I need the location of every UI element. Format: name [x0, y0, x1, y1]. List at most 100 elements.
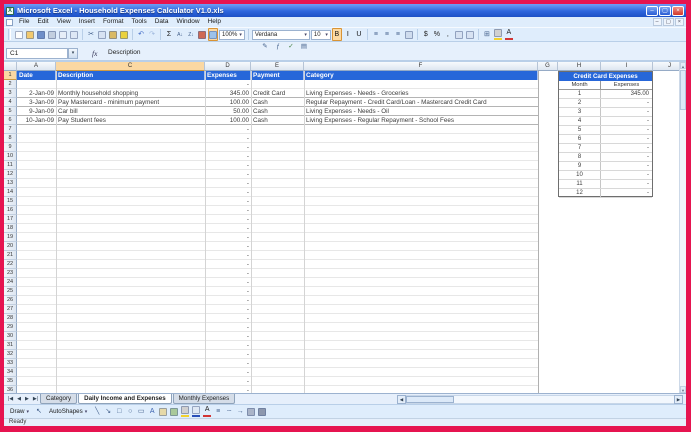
row-header-35[interactable]: 35	[4, 377, 17, 386]
cc-expense-cell-6[interactable]: -	[601, 135, 652, 143]
oval-icon[interactable]: ○	[125, 405, 135, 418]
sheet-nav-last-sheet-icon[interactable]: ▶|	[31, 394, 40, 402]
cc-month-cell-1[interactable]: 1	[559, 90, 601, 98]
cc-month-cell-12[interactable]: 12	[559, 189, 601, 197]
name-box-dropdown-icon[interactable]: ▾	[68, 48, 78, 59]
italic-button[interactable]: I	[343, 28, 353, 41]
restore-button[interactable]: ▢	[659, 5, 671, 16]
cc-month-cell-5[interactable]: 5	[559, 126, 601, 134]
autoshapes-menu-button[interactable]: AutoShapes ▾	[46, 408, 90, 415]
cc-expense-cell-7[interactable]: -	[601, 144, 652, 152]
row-header-10[interactable]: 10	[4, 152, 17, 161]
sheet-nav-next-sheet-icon[interactable]: ▶	[23, 394, 31, 402]
cc-expense-cell-5[interactable]: -	[601, 126, 652, 134]
column-header-C[interactable]: C	[56, 62, 205, 71]
cut-icon[interactable]: ✂	[86, 28, 96, 41]
row-header-16[interactable]: 16	[4, 206, 17, 215]
line-icon[interactable]: ╲	[92, 405, 102, 418]
shadow-style-icon[interactable]	[246, 405, 256, 418]
row-header-21[interactable]: 21	[4, 251, 17, 260]
menu-view[interactable]: View	[53, 17, 75, 27]
column-header-A[interactable]: A	[17, 62, 56, 71]
align-left-icon[interactable]: ≡	[371, 28, 381, 41]
column-header-G[interactable]: G	[538, 62, 558, 71]
table-header-payment[interactable]: Payment	[251, 71, 304, 80]
menu-data[interactable]: Data	[151, 17, 173, 27]
fill-color-icon[interactable]	[493, 28, 503, 41]
cc-expense-cell-12[interactable]: -	[601, 189, 652, 197]
row-header-7[interactable]: 7	[4, 125, 17, 134]
select-all-corner[interactable]	[4, 62, 17, 71]
vertical-scrollbar[interactable]: ▲ ▼	[679, 62, 686, 393]
row-header-15[interactable]: 15	[4, 197, 17, 206]
cc-expense-cell-8[interactable]: -	[601, 153, 652, 161]
cc-month-cell-3[interactable]: 3	[559, 108, 601, 116]
cc-expense-cell-1[interactable]: 345.00	[601, 90, 652, 98]
grid-icon[interactable]: ▤	[299, 40, 309, 53]
format-painter-icon[interactable]	[119, 28, 129, 41]
new-workbook-icon[interactable]	[14, 28, 24, 41]
row-header-30[interactable]: 30	[4, 332, 17, 341]
scroll-up-icon[interactable]: ▲	[680, 62, 686, 69]
close-window-icon[interactable]: ×	[674, 18, 684, 26]
rectangle-icon[interactable]: □	[114, 405, 124, 418]
row-header-28[interactable]: 28	[4, 314, 17, 323]
print-icon[interactable]	[47, 28, 57, 41]
font-size-dropdown[interactable]: 10 ▾	[310, 29, 331, 40]
undo-icon[interactable]: ↶	[136, 28, 146, 41]
column-header-H[interactable]: H	[558, 62, 601, 71]
zoom-dropdown[interactable]: 100% ▾	[219, 29, 245, 40]
menu-help[interactable]: Help	[204, 17, 225, 27]
row-header-31[interactable]: 31	[4, 341, 17, 350]
cc-month-cell-10[interactable]: 10	[559, 171, 601, 179]
vertical-scroll-thumb[interactable]	[680, 70, 686, 110]
pencil-icon[interactable]: ✎	[260, 40, 270, 53]
minimize-button[interactable]: –	[646, 5, 658, 16]
comma-style-icon[interactable]: ,	[443, 28, 453, 41]
minimize-window-icon[interactable]: –	[652, 18, 662, 26]
row-header-22[interactable]: 22	[4, 260, 17, 269]
copy-icon[interactable]	[97, 28, 107, 41]
percent-style-icon[interactable]: %	[432, 28, 442, 41]
horizontal-scrollbar[interactable]: ◀ ▶	[397, 395, 683, 404]
sheet-tab-category[interactable]: Category	[40, 394, 78, 404]
chart-wizard-icon[interactable]	[197, 28, 207, 41]
cc-expense-cell-10[interactable]: -	[601, 171, 652, 179]
restore-window-icon[interactable]: ▢	[662, 18, 674, 26]
open-icon[interactable]	[25, 28, 35, 41]
menu-tools[interactable]: Tools	[128, 17, 151, 27]
row-header-36[interactable]: 36	[4, 386, 17, 393]
horizontal-scroll-track[interactable]	[406, 395, 674, 404]
cc-expense-cell-4[interactable]: -	[601, 117, 652, 125]
redo-icon[interactable]: ↷	[147, 28, 157, 41]
arrow-style-icon[interactable]: →	[235, 405, 245, 418]
cell-D36[interactable]: -	[205, 386, 251, 393]
row-header-23[interactable]: 23	[4, 269, 17, 278]
cc-month-cell-8[interactable]: 8	[559, 153, 601, 161]
table-header-date[interactable]: Date	[17, 71, 56, 80]
menu-window[interactable]: Window	[172, 17, 203, 27]
menu-format[interactable]: Format	[99, 17, 128, 27]
row-header-20[interactable]: 20	[4, 242, 17, 251]
font-color-icon[interactable]: A	[504, 28, 514, 41]
borders-icon[interactable]: ⊞	[482, 28, 492, 41]
font-color-icon[interactable]: A	[202, 405, 212, 418]
cc-month-cell-2[interactable]: 2	[559, 99, 601, 107]
cc-month-cell-9[interactable]: 9	[559, 162, 601, 170]
insert-picture-icon[interactable]	[169, 405, 179, 418]
row-header-18[interactable]: 18	[4, 224, 17, 233]
save-icon[interactable]	[36, 28, 46, 41]
drawing-toolbar-toggle-icon[interactable]	[208, 28, 218, 41]
row-header-34[interactable]: 34	[4, 368, 17, 377]
paste-icon[interactable]	[108, 28, 118, 41]
scroll-down-icon[interactable]: ▼	[680, 386, 686, 393]
merge-center-icon[interactable]	[404, 28, 414, 41]
line-style-icon[interactable]: ≡	[213, 405, 223, 418]
menu-edit[interactable]: Edit	[33, 17, 52, 27]
name-box[interactable]: C1	[6, 48, 68, 59]
column-header-F[interactable]: F	[304, 62, 538, 71]
row-header-13[interactable]: 13	[4, 179, 17, 188]
cc-expense-cell-2[interactable]: -	[601, 99, 652, 107]
align-center-icon[interactable]: ≡	[382, 28, 392, 41]
row-header-33[interactable]: 33	[4, 359, 17, 368]
